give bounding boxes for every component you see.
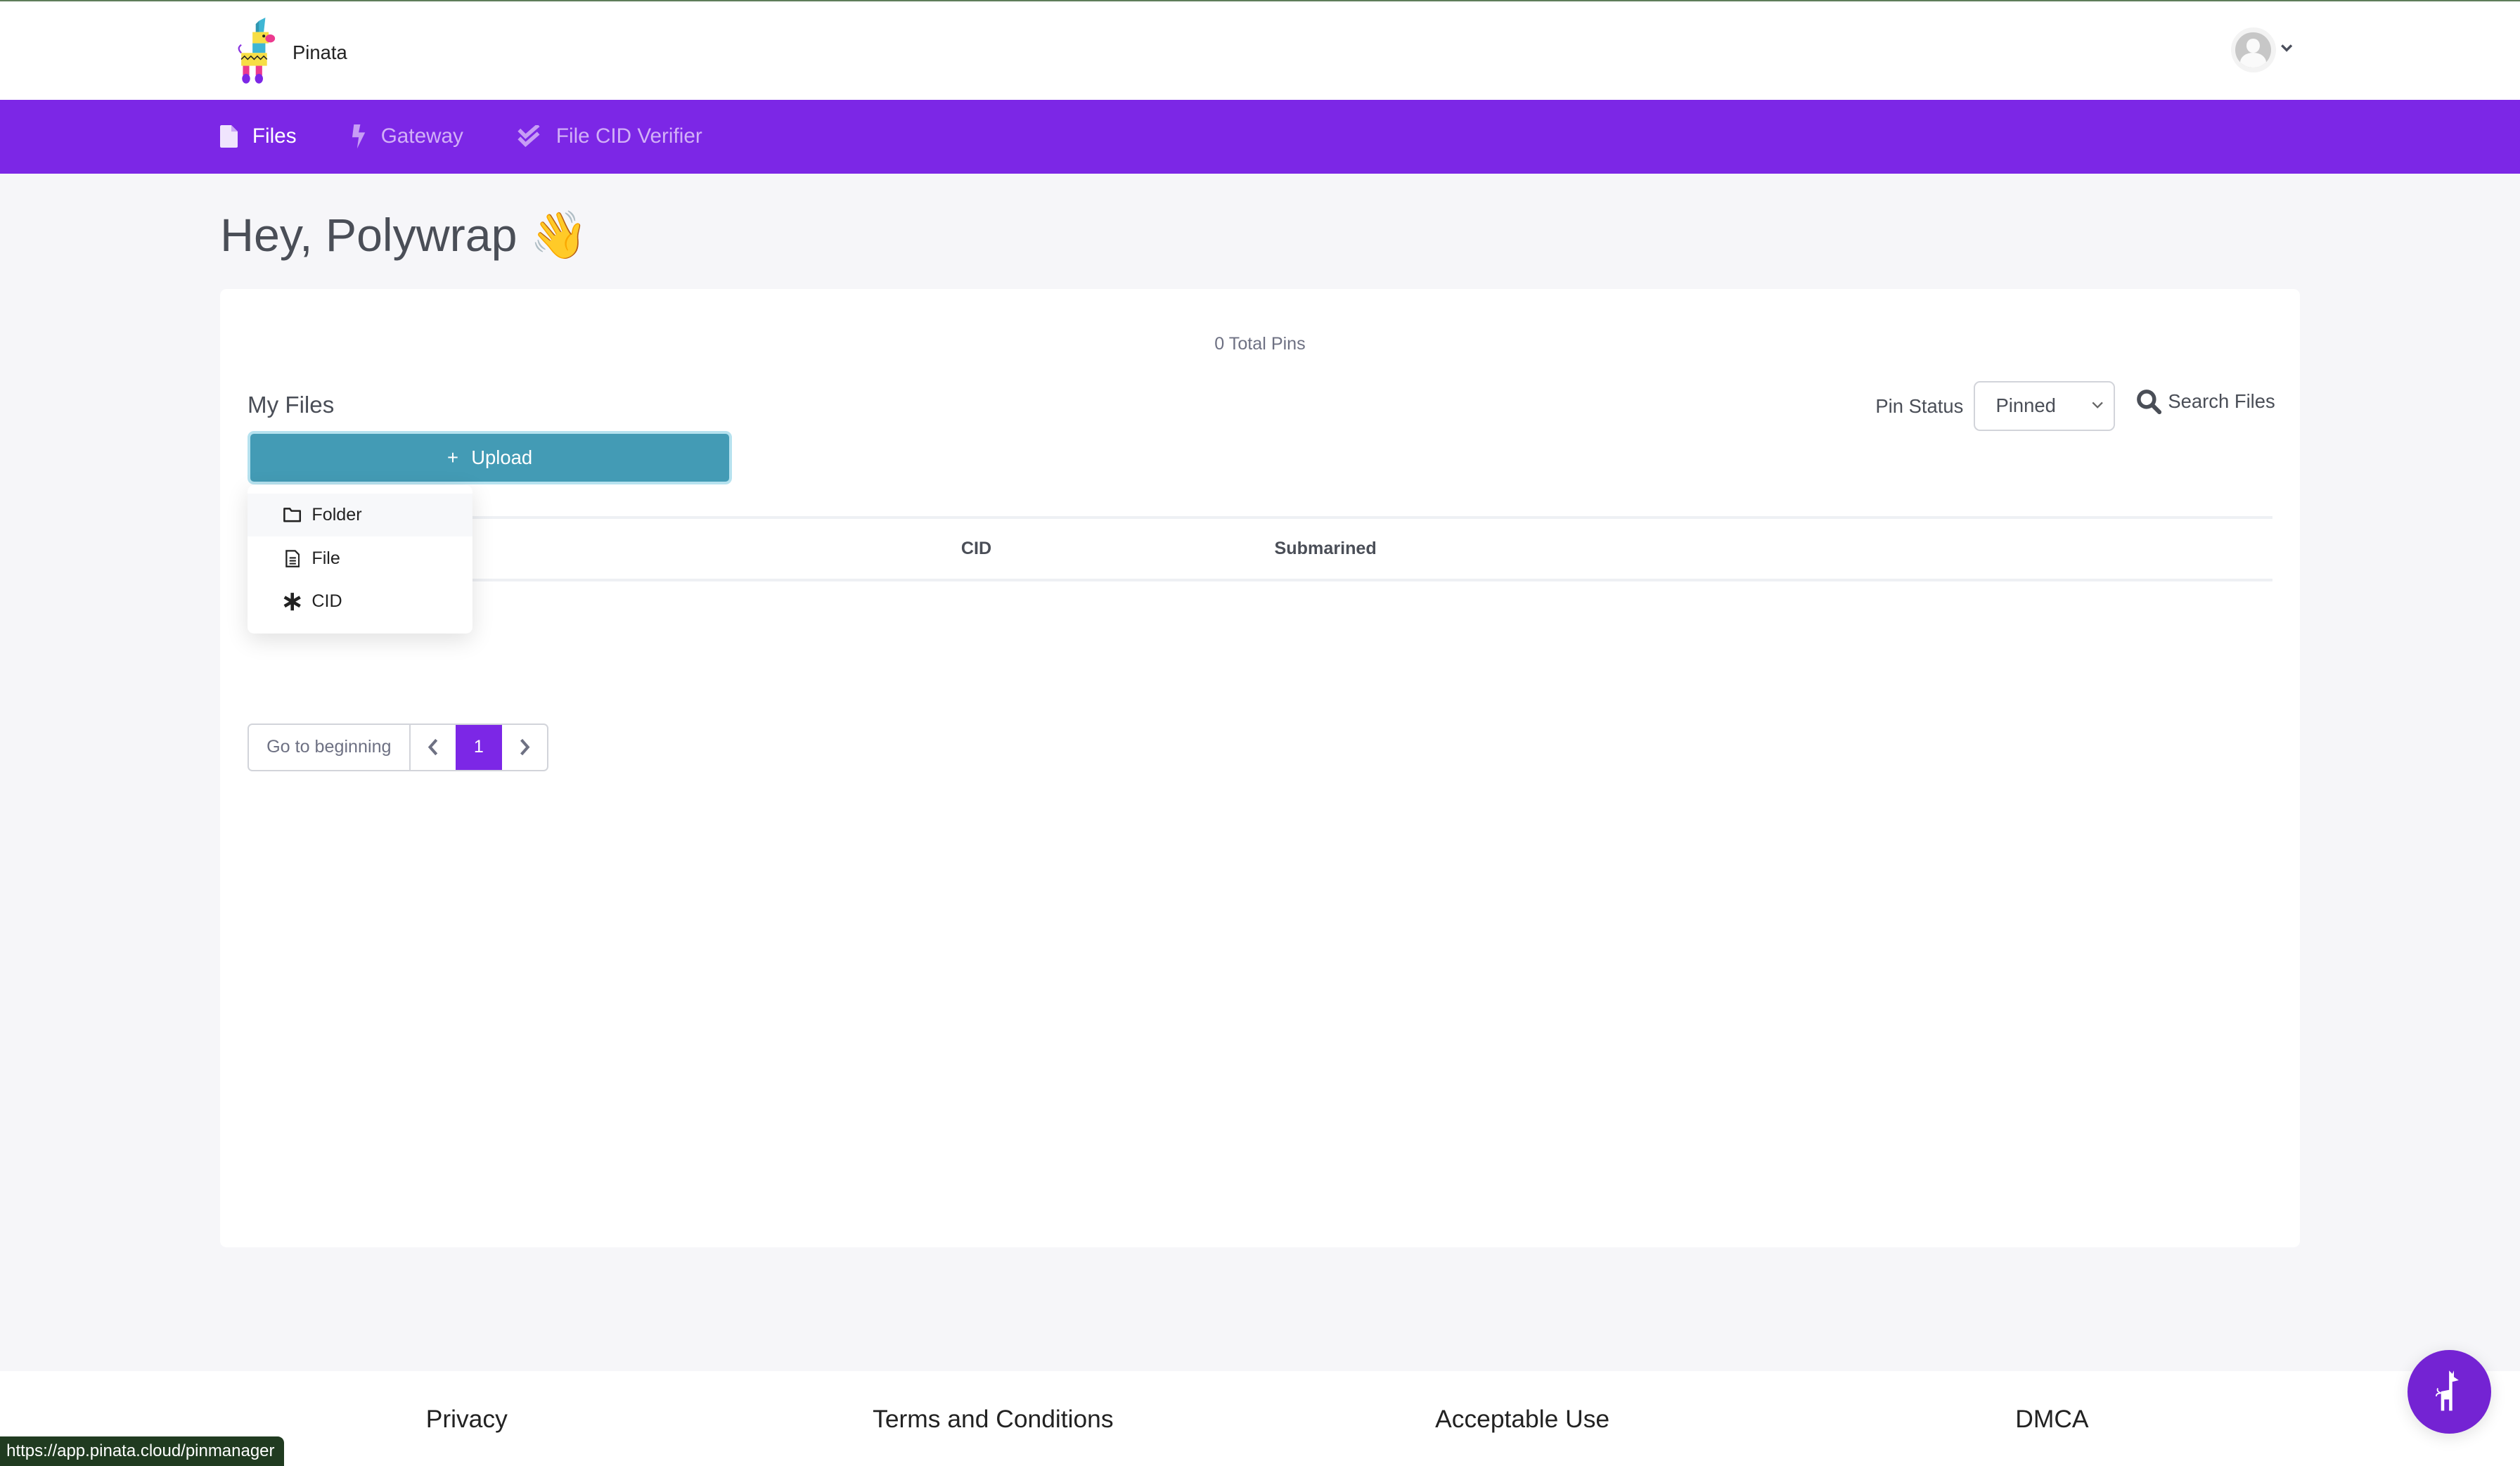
- upload-menu-item-cid-label: CID: [311, 591, 342, 612]
- nav-tab-file-cid-verifier[interactable]: File CID Verifier: [518, 100, 702, 174]
- upload-button[interactable]: + Upload: [247, 430, 733, 485]
- asterisk-icon: [281, 592, 304, 611]
- avatar-head: [2246, 38, 2260, 53]
- table-header-top-border: [247, 515, 2272, 520]
- avatar-body: [2240, 53, 2266, 67]
- search-icon: [2136, 390, 2161, 415]
- header: Pinata: [0, 1, 2520, 100]
- chevron-down-icon[interactable]: [2280, 40, 2293, 57]
- upload-menu-item-cid[interactable]: CID: [248, 580, 472, 624]
- user-avatar-icon[interactable]: [2230, 27, 2276, 72]
- nav-tab-files[interactable]: Files: [220, 100, 297, 174]
- footer: Privacy Terms and Conditions Acceptable …: [0, 1370, 2520, 1466]
- plus-icon: +: [446, 446, 458, 468]
- brand-name: Pinata: [292, 41, 347, 64]
- nav-tab-gateway-label: Gateway: [380, 124, 463, 148]
- upload-menu-item-folder[interactable]: Folder: [247, 493, 472, 537]
- lightning-icon: [352, 124, 367, 149]
- column-header-cid[interactable]: CID: [961, 539, 991, 559]
- search-files-button[interactable]: Search Files: [2136, 389, 2275, 415]
- pin-status-value: Pinned: [1995, 394, 2056, 417]
- avatar-silhouette: [2235, 32, 2271, 67]
- double-check-icon: [518, 125, 541, 148]
- total-pins-count: 0 Total Pins: [1214, 334, 1306, 354]
- chevron-down-icon: [2091, 397, 2104, 413]
- files-card: 0 Total Pins My Files + Upload Pin Statu…: [220, 289, 2300, 1247]
- pinata-logo-icon[interactable]: [235, 18, 283, 85]
- next-page-button[interactable]: [502, 725, 547, 770]
- footer-link-acceptable-use[interactable]: Acceptable Use: [1435, 1405, 1609, 1434]
- footer-link-privacy[interactable]: Privacy: [426, 1405, 508, 1434]
- nav-tab-gateway[interactable]: Gateway: [352, 100, 463, 174]
- llama-icon: [2436, 1370, 2460, 1411]
- folder-icon: [281, 508, 304, 522]
- upload-menu-item-file-label: File: [311, 548, 340, 568]
- pin-status-select[interactable]: Pinned: [1973, 380, 2115, 431]
- pin-status-label: Pin Status: [1875, 395, 1964, 418]
- previous-page-button[interactable]: [411, 725, 456, 770]
- upload-menu-item-folder-label: Folder: [311, 505, 362, 525]
- document-icon: [281, 549, 304, 567]
- upload-menu-item-file[interactable]: File: [248, 536, 472, 580]
- page-1-button[interactable]: 1: [455, 724, 502, 770]
- footer-link-dmca[interactable]: DMCA: [2015, 1405, 2088, 1434]
- support-chat-button[interactable]: [2407, 1349, 2491, 1434]
- pagination: Go to beginning 1: [247, 723, 548, 771]
- page-greeting: Hey, Polywrap 👋: [220, 210, 589, 262]
- nav-tab-files-label: Files: [252, 124, 297, 148]
- main-nav: Files Gateway File CID Verifier: [0, 99, 2520, 174]
- footer-link-terms[interactable]: Terms and Conditions: [873, 1405, 1113, 1434]
- nav-tab-file-cid-verifier-label: File CID Verifier: [555, 124, 702, 148]
- table-header-bottom-border: [247, 578, 2272, 582]
- my-files-title: My Files: [247, 392, 335, 418]
- upload-button-label: Upload: [471, 446, 533, 468]
- chevron-right-icon: [520, 738, 530, 756]
- browser-status-url: https://app.pinata.cloud/pinmanager: [0, 1436, 285, 1466]
- page: Pinata Files Gateway File CID Verifier H…: [0, 0, 2520, 1466]
- column-header-submarined[interactable]: Submarined: [1275, 539, 1377, 559]
- chevron-left-icon: [428, 738, 437, 756]
- file-icon: [220, 125, 238, 148]
- upload-dropdown-menu: Folder File CID: [247, 485, 472, 634]
- search-files-label: Search Files: [2168, 390, 2275, 413]
- go-to-beginning-button[interactable]: Go to beginning: [249, 724, 411, 770]
